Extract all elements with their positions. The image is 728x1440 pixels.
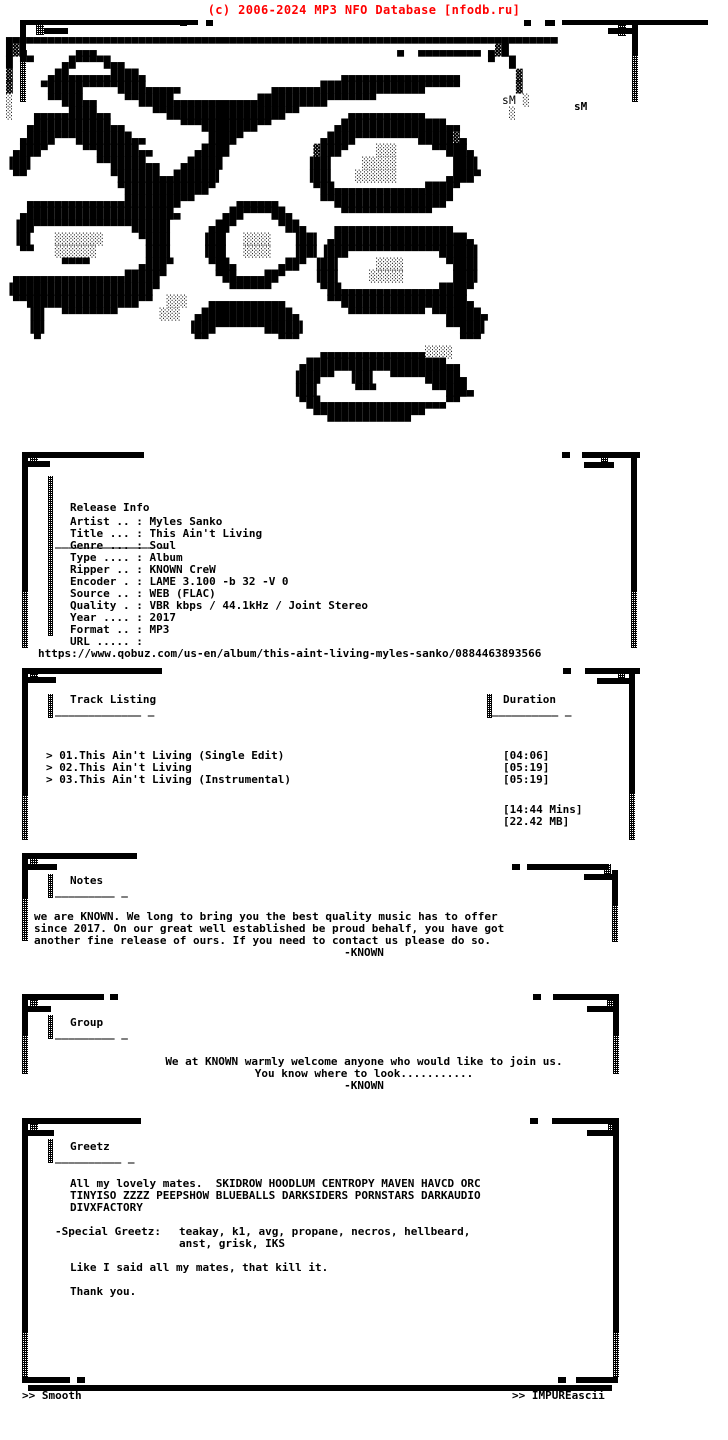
- release-info-value: KNOWN CreW: [142, 563, 216, 577]
- greetz-frame-left-rail: [22, 1118, 28, 1333]
- release-info-label: Title ... :: [70, 527, 143, 541]
- notes-frame-top-left-dot: [129, 853, 137, 859]
- release-info-field-list: Artist .. : Myles Sanko Title ... : This …: [70, 515, 728, 649]
- release-info-value: 2017: [142, 611, 176, 625]
- frame-right-rail: [632, 20, 638, 56]
- greetz-mates-line-2: TINYISO ZZZZ PEEPSHOW BLUEBALLS DARKSIDE…: [70, 1189, 481, 1202]
- notes-frame-left-rail: [22, 853, 28, 899]
- track-total-size: [22.42 MB]: [503, 815, 570, 828]
- release-info-value: Myles Sanko: [142, 515, 223, 528]
- notes-signature: -KNOWN: [344, 946, 384, 959]
- greetz-closing-line: Like I said all my mates, that kill it.: [70, 1261, 329, 1274]
- tracks-frame-top-right-stub: [597, 678, 629, 684]
- ascii-logo-known: ▄▄▄▄▄▄▄▄▄▄▄▄▄▄▄▄▄▄▄▄▄▄▄▄▄▄▄▄▄▄▄▄▄▄▄▄▄▄▄▄…: [0, 18, 728, 450]
- group-frame-inner-left-stipple: [48, 1015, 53, 1039]
- greetz-frame-bottom-left-dot: [77, 1377, 85, 1383]
- notes-underline: _________ _: [55, 885, 128, 898]
- group-frame-top-right-dot: [533, 994, 541, 1000]
- group-frame-left-rail: [22, 994, 28, 1036]
- greetz-frame-right-rail-fade: [613, 1333, 619, 1377]
- release-info-value: MP3: [142, 623, 170, 637]
- group-underline: _________ _: [55, 1027, 128, 1040]
- group-signature: -KNOWN: [344, 1079, 384, 1092]
- group-body: We at KNOWN warmly welcome anyone who wo…: [0, 1055, 728, 1080]
- notes-body: we are KNOWN. We long to bring you the b…: [34, 910, 694, 947]
- release-info-value: LAME 3.100 -b 32 -V 0: [142, 575, 289, 589]
- logo-artist-signature: sM: [574, 100, 588, 113]
- release-info-label: Type .... :: [70, 551, 143, 565]
- release-info-label: Year .... :: [70, 611, 143, 625]
- tracks-frame-top-left: [22, 668, 162, 674]
- greetz-special-line-2: anst, grisk, IKS: [179, 1237, 285, 1250]
- release-info-value: Soul: [142, 539, 176, 553]
- notes-frame-left-rail-fade: [22, 899, 28, 941]
- tracks-frame-top-left-dot: [100, 668, 108, 674]
- release-info-row: Format .. : MP3: [70, 624, 728, 636]
- greetz-thanks: Thank you.: [70, 1285, 137, 1298]
- notes-frame-top-right: [527, 864, 609, 870]
- group-frame-top-left-dot: [110, 994, 118, 1000]
- frame-top-right-dot-b: [545, 20, 555, 26]
- release-info-value: This Ain't Living: [142, 527, 263, 541]
- nfodb-copyright-header: (c) 2006-2024 MP3 NFO Database [nfodb.ru…: [207, 3, 521, 17]
- tracks-frame-inner-left-stipple: [48, 694, 53, 718]
- release-info-label: Source .. :: [70, 587, 143, 601]
- release-frame-left-rail-fade: [22, 592, 28, 648]
- track-duration: [05:19]: [503, 773, 550, 786]
- release-frame-top-left-dot: [85, 452, 93, 458]
- tracks-frame-top-left-stub: [24, 677, 56, 683]
- greetz-mates-line-3: DIVXFACTORY: [70, 1201, 143, 1214]
- release-info-label: Format .. :: [70, 623, 143, 637]
- greetz-frame-bottom-right-dot: [558, 1377, 566, 1383]
- greetz-underline: __________ _: [55, 1151, 135, 1164]
- greetz-frame-top-left: [22, 1118, 140, 1124]
- greetz-frame-top-right: [552, 1118, 614, 1124]
- release-frame-top-right-dot: [562, 452, 570, 458]
- release-frame-top-left: [22, 452, 144, 458]
- duration-column-underline: __________ _: [492, 704, 572, 717]
- frame-right-rail-fade: [632, 56, 638, 102]
- greetz-frame-bottom-right-stub: [576, 1377, 618, 1383]
- ascii-logo-art-block: ▄▄▄▄▄▄▄▄▄▄▄▄▄▄▄▄▄▄▄▄▄▄▄▄▄▄▄▄▄▄▄▄▄▄▄▄▄▄▄▄…: [6, 31, 558, 422]
- release-info-value: VBR kbps / 44.1kHz / Joint Stereo: [142, 599, 369, 613]
- greetz-frame-top-left-stub: [24, 1130, 54, 1136]
- group-frame-top-right: [553, 994, 613, 1000]
- release-info-title: Release Info: [70, 501, 150, 515]
- greetz-frame-top-right-dot: [530, 1118, 538, 1124]
- release-info-label: Artist .. :: [70, 515, 143, 528]
- tracks-frame-left-rail: [22, 668, 28, 796]
- release-info-label: Genre ... :: [70, 539, 143, 553]
- release-info-value: WEB (FLAC): [142, 587, 216, 601]
- greetz-frame-bottom-left-stub: [22, 1377, 70, 1383]
- release-info-url[interactable]: https://www.qobuz.com/us-en/album/this-a…: [38, 647, 728, 660]
- track-row-list: > 01.This Ain't Living (Single Edit) [04:…: [46, 732, 626, 785]
- release-info-label: Encoder . :: [70, 575, 143, 589]
- release-info-label: Ripper .. :: [70, 563, 143, 577]
- frame-top-left-dot-a: [180, 20, 187, 26]
- notes-frame-inner-left-stipple: [48, 874, 53, 898]
- group-frame-top-left-stub: [24, 1006, 51, 1012]
- greetz-frame-top-left-dot: [133, 1118, 141, 1124]
- release-info-label: Quality . :: [70, 599, 143, 613]
- release-frame-top-right-stub: [584, 462, 614, 468]
- footer-right-credit: >> IMPUREascii: [512, 1389, 605, 1402]
- tracks-frame-top-right-dot: [563, 668, 571, 674]
- tracks-frame-left-rail-fade: [22, 796, 28, 840]
- frame-top-left-rule: [20, 20, 198, 25]
- notes-frame-top-left: [22, 853, 132, 859]
- frame-top-left-dot-b: [206, 20, 213, 26]
- greetz-frame-inner-left-stipple: [48, 1139, 53, 1163]
- notes-frame-top-right-dot: [512, 864, 520, 870]
- frame-top-right-dot-a: [524, 20, 531, 26]
- track-name: > 03.This Ain't Living (Instrumental): [46, 773, 292, 786]
- greetz-frame-left-rail-fade: [22, 1333, 28, 1377]
- notes-frame-top-left-stub: [24, 864, 57, 870]
- release-info-value: Album: [142, 551, 183, 565]
- track-row: > 03.This Ain't Living (Instrumental) [05…: [46, 773, 728, 786]
